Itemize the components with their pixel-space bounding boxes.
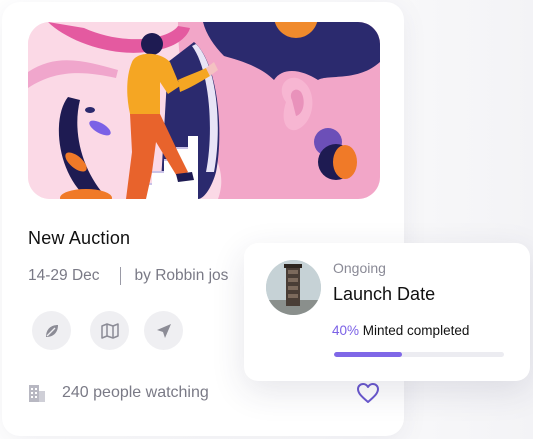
auction-title: New Auction [28, 228, 131, 248]
launch-avatar [266, 260, 321, 315]
map-button[interactable] [90, 311, 129, 350]
meta-divider [119, 267, 121, 285]
favorite-button[interactable] [356, 382, 380, 409]
leaf-icon [45, 324, 58, 337]
launch-title: Launch Date [333, 284, 436, 304]
auction-artwork[interactable] [28, 22, 380, 199]
launch-status: Ongoing [333, 260, 386, 276]
building-icon [29, 385, 45, 402]
auction-meta: 14-29 Dec by Robbin jos [28, 266, 228, 286]
heart-icon [357, 383, 379, 403]
watching-row: 240 people watching [28, 381, 209, 405]
send-icon [156, 323, 171, 338]
auction-author[interactable]: by Robbin jos [135, 267, 229, 285]
watching-count: 240 people watching [62, 384, 209, 401]
leaf-button[interactable] [32, 311, 71, 350]
progress-fill [334, 352, 402, 357]
progress-label: 40% Minted completed [332, 323, 469, 338]
map-icon [100, 322, 119, 339]
progress-percent: 40% [332, 323, 360, 338]
progress-caption: Minted completed [359, 323, 470, 338]
progress-bar [334, 352, 504, 357]
launch-card[interactable]: Ongoing Launch Date 40% Minted completed [244, 243, 530, 381]
send-button[interactable] [144, 311, 183, 350]
auction-dates: 14-29 Dec [28, 267, 100, 284]
